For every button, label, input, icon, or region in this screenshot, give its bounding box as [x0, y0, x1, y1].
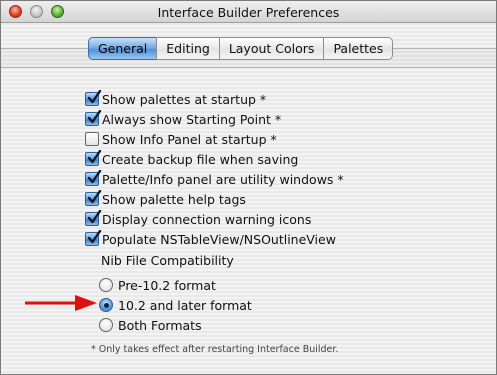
option-backup-file[interactable]: Create backup file when saving	[85, 149, 344, 169]
radio-button[interactable]	[99, 278, 113, 292]
radio-label: 10.2 and later format	[118, 297, 252, 313]
radio-10-2-later[interactable]: 10.2 and later format	[99, 295, 252, 315]
option-info-panel[interactable]: Show Info Panel at startup *	[85, 129, 344, 149]
tab-layout-colors[interactable]: Layout Colors	[218, 37, 325, 60]
option-utility-windows[interactable]: Palette/Info panel are utility windows *	[85, 169, 344, 189]
tab-bar: General Editing Layout Colors Palettes	[88, 37, 394, 60]
checkbox[interactable]	[85, 190, 102, 206]
radio-button[interactable]	[99, 298, 113, 312]
option-connection-warnings[interactable]: Display connection warning icons	[85, 209, 344, 229]
checkbox[interactable]	[85, 170, 102, 186]
radio-both-formats[interactable]: Both Formats	[99, 315, 252, 335]
tab-general[interactable]: General	[88, 37, 158, 60]
radio-button[interactable]	[99, 318, 113, 332]
option-show-palettes[interactable]: Show palettes at startup *	[85, 89, 344, 109]
window-title: Interface Builder Preferences	[157, 5, 340, 20]
option-label: Create backup file when saving	[102, 151, 299, 167]
option-label: Show palettes at startup *	[102, 91, 267, 107]
red-arrow-icon	[25, 295, 97, 311]
preferences-window: Interface Builder Preferences General Ed…	[0, 0, 497, 375]
radio-label: Both Formats	[118, 317, 202, 333]
radio-pre-10-2[interactable]: Pre-10.2 format	[99, 275, 252, 295]
option-label: Always show Starting Point *	[102, 111, 282, 127]
checkbox[interactable]	[85, 210, 102, 226]
option-label: Populate NSTableView/NSOutlineView	[102, 231, 336, 247]
option-populate-tableview[interactable]: Populate NSTableView/NSOutlineView	[85, 229, 344, 249]
option-label: Palette/Info panel are utility windows *	[102, 171, 344, 187]
option-label: Show Info Panel at startup *	[102, 131, 277, 147]
option-label: Display connection warning icons	[102, 211, 312, 227]
nib-compatibility-label: Nib File Compatibility	[101, 253, 234, 268]
nib-format-radio-group: Pre-10.2 format 10.2 and later format Bo…	[99, 275, 252, 335]
checkbox[interactable]	[85, 230, 102, 246]
title-bar: Interface Builder Preferences	[1, 1, 496, 23]
checkbox[interactable]	[85, 132, 99, 146]
tab-editing[interactable]: Editing	[156, 37, 220, 60]
footnote: * Only takes effect after restarting Int…	[91, 344, 339, 355]
checkbox[interactable]	[85, 150, 102, 166]
tab-palettes[interactable]: Palettes	[323, 37, 394, 60]
checkbox[interactable]	[85, 110, 102, 126]
option-help-tags[interactable]: Show palette help tags	[85, 189, 344, 209]
radio-label: Pre-10.2 format	[118, 277, 216, 293]
general-options: Show palettes at startup * Always show S…	[85, 89, 344, 249]
checkbox[interactable]	[85, 90, 102, 106]
option-starting-point[interactable]: Always show Starting Point *	[85, 109, 344, 129]
option-label: Show palette help tags	[102, 191, 246, 207]
